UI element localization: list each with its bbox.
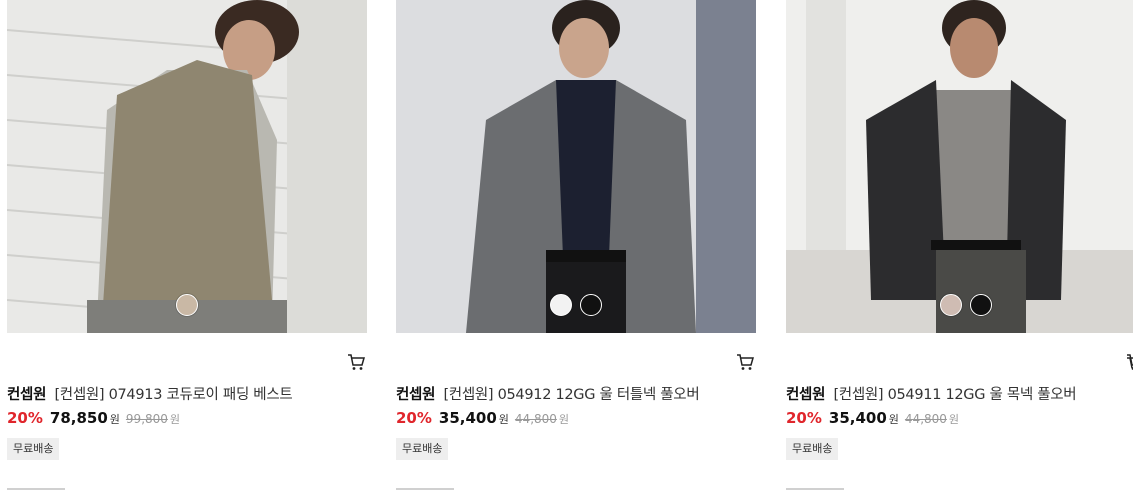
color-swatches: [7, 294, 367, 316]
original-currency-unit: 원: [558, 413, 570, 426]
sale-price: 78,850: [49, 409, 108, 427]
discount-rate: 20%: [396, 409, 432, 427]
color-swatch-black[interactable]: [580, 294, 602, 316]
original-currency-unit: 원: [169, 413, 181, 426]
product-card[interactable]: 컨셉원 [컨셉원] 054912 12GG 울 터틀넥 풀오버 20% 35,4…: [396, 0, 756, 460]
color-swatches: [786, 294, 1133, 316]
product-card[interactable]: 컨셉원 [컨셉원] 074913 코듀로이 패딩 베스트 20% 78,850 …: [7, 0, 367, 460]
color-swatches: [396, 294, 756, 316]
price-row: 20% 35,400 원 44,800 원: [396, 409, 756, 429]
discount-rate: 20%: [7, 409, 43, 427]
free-shipping-badge: 무료배송: [786, 438, 839, 460]
product-image[interactable]: [786, 0, 1133, 333]
product-title[interactable]: 컨셉원 [컨셉원] 054911 12GG 울 목넥 풀오버: [786, 385, 1133, 405]
product-name: [컨셉원] 054912 12GG 울 터틀넥 풀오버: [443, 387, 700, 403]
free-shipping-badge: 무료배송: [7, 438, 60, 460]
sale-price: 35,400: [438, 409, 497, 427]
free-shipping-badge: 무료배송: [396, 438, 449, 460]
cart-icon[interactable]: [347, 353, 365, 371]
discount-rate: 20%: [786, 409, 822, 427]
product-card[interactable]: 컨셉원 [컨셉원] 054911 12GG 울 목넥 풀오버 20% 35,40…: [786, 0, 1133, 460]
currency-unit: 원: [888, 413, 899, 426]
product-name: [컨셉원] 074913 코듀로이 패딩 베스트: [54, 387, 293, 403]
original-price: 99,800: [125, 412, 168, 426]
price-row: 20% 35,400 원 44,800 원: [786, 409, 1133, 429]
currency-unit: 원: [498, 413, 509, 426]
sale-price: 35,400: [828, 409, 887, 427]
original-price: 44,800: [514, 412, 557, 426]
brand-name: 컨셉원: [7, 387, 47, 403]
currency-unit: 원: [109, 413, 120, 426]
color-swatch-black[interactable]: [970, 294, 992, 316]
color-swatch-white[interactable]: [550, 294, 572, 316]
color-swatch-beige[interactable]: [176, 294, 198, 316]
product-image[interactable]: [396, 0, 756, 333]
color-swatch-pink-beige[interactable]: [940, 294, 962, 316]
original-price: 44,800: [904, 412, 947, 426]
product-title[interactable]: 컨셉원 [컨셉원] 054912 12GG 울 터틀넥 풀오버: [396, 385, 756, 405]
product-image[interactable]: [7, 0, 367, 333]
product-title[interactable]: 컨셉원 [컨셉원] 074913 코듀로이 패딩 베스트: [7, 385, 367, 405]
brand-name: 컨셉원: [396, 387, 436, 403]
cart-icon[interactable]: [1127, 356, 1133, 370]
original-currency-unit: 원: [948, 413, 960, 426]
brand-name: 컨셉원: [786, 387, 826, 403]
product-name: [컨셉원] 054911 12GG 울 목넥 풀오버: [833, 387, 1077, 403]
cart-icon[interactable]: [736, 353, 754, 371]
price-row: 20% 78,850 원 99,800 원: [7, 409, 367, 429]
